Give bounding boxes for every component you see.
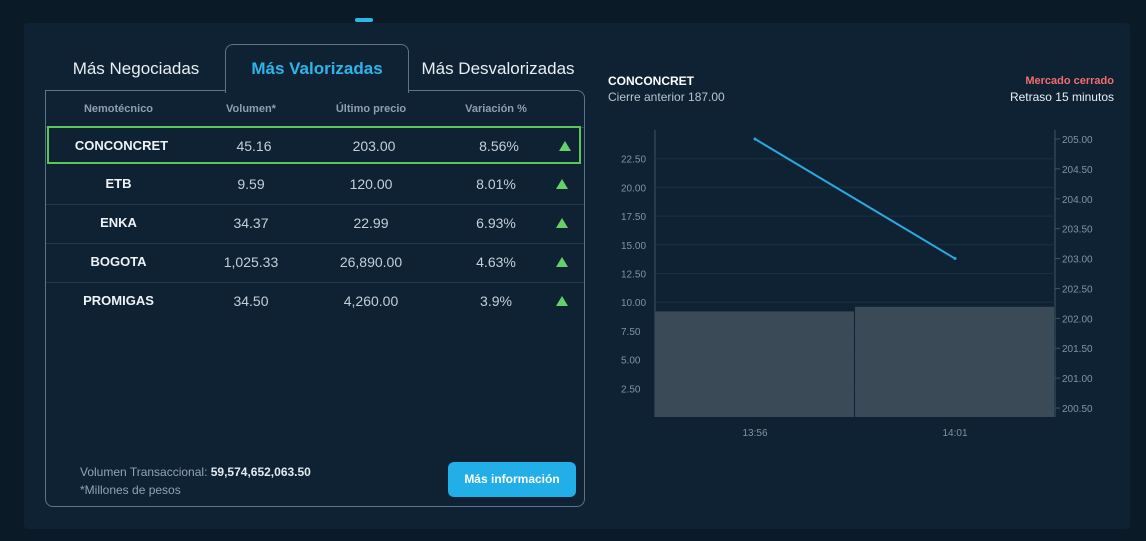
header-variation: Variación % <box>465 103 527 115</box>
tab-mas-valorizadas[interactable]: Más Valorizadas <box>225 44 409 93</box>
variation-cell: 3.9% <box>480 293 512 309</box>
chart-ticker: CONCONCRET <box>608 74 694 88</box>
table-row-selected[interactable]: CONCONCRET 45.16 203.00 8.56% <box>47 126 581 164</box>
up-arrow-icon <box>556 296 568 306</box>
up-arrow-icon <box>559 141 571 151</box>
ticker-cell: ETB <box>105 176 132 191</box>
transactional-volume-value: 59,574,652,063.50 <box>210 465 311 479</box>
previous-close: Cierre anterior 187.00 <box>608 90 725 104</box>
variation-cell: 8.56% <box>479 138 519 154</box>
last-price-cell: 203.00 <box>352 138 396 154</box>
header-ticker: Nemotécnico <box>83 103 154 115</box>
ticker-cell: BOGOTA <box>90 254 147 269</box>
table-header: Nemotécnico Volumen* Último precio Varia… <box>46 91 584 128</box>
volume-cell: 1,025.33 <box>223 254 279 270</box>
market-status: Mercado cerrado <box>1025 75 1114 87</box>
table-row[interactable]: ETB 9.59 120.00 8.01% <box>46 166 584 205</box>
header-last-price: Último precio <box>335 103 407 115</box>
tab-mas-negociadas[interactable]: Más Negociadas <box>50 48 222 90</box>
ticker-cell: ENKA <box>100 215 137 230</box>
variation-cell: 8.01% <box>476 176 516 192</box>
volume-cell: 45.16 <box>236 138 272 154</box>
ticker-cell: CONCONCRET <box>74 138 169 153</box>
last-price-cell: 120.00 <box>349 176 393 192</box>
tab-mas-desvalorizadas[interactable]: Más Desvalorizadas <box>414 48 582 90</box>
ticker-cell: PROMIGAS <box>83 293 154 308</box>
stocks-table-panel: Nemotécnico Volumen* Último precio Varia… <box>45 90 585 507</box>
up-arrow-icon <box>556 218 568 228</box>
table-row[interactable]: PROMIGAS 34.50 4,260.00 3.9% <box>46 283 584 321</box>
header-volume: Volumen* <box>226 103 276 115</box>
table-row[interactable]: BOGOTA 1,025.33 26,890.00 4.63% <box>46 244 584 283</box>
variation-cell: 4.63% <box>476 254 516 270</box>
last-price-cell: 4,260.00 <box>343 293 399 309</box>
variation-cell: 6.93% <box>476 215 516 231</box>
volume-cell: 9.59 <box>237 176 265 192</box>
table-row[interactable]: ENKA 34.37 22.99 6.93% <box>46 205 584 244</box>
delay-notice: Retraso 15 minutos <box>1009 90 1114 104</box>
up-arrow-icon <box>556 179 568 189</box>
last-price-cell: 26,890.00 <box>339 254 403 270</box>
last-price-cell: 22.99 <box>353 215 389 231</box>
scroll-indicator[interactable] <box>355 18 373 22</box>
volume-cell: 34.37 <box>233 215 269 231</box>
up-arrow-icon <box>556 257 568 267</box>
transactional-volume: Volumen Transaccional: 59,574,652,063.50 <box>80 465 311 479</box>
transactional-volume-label: Volumen Transaccional: <box>80 465 208 479</box>
volume-cell: 34.50 <box>233 293 269 309</box>
units-note: *Millones de pesos <box>80 483 181 497</box>
more-info-button[interactable]: Más información <box>448 462 576 497</box>
